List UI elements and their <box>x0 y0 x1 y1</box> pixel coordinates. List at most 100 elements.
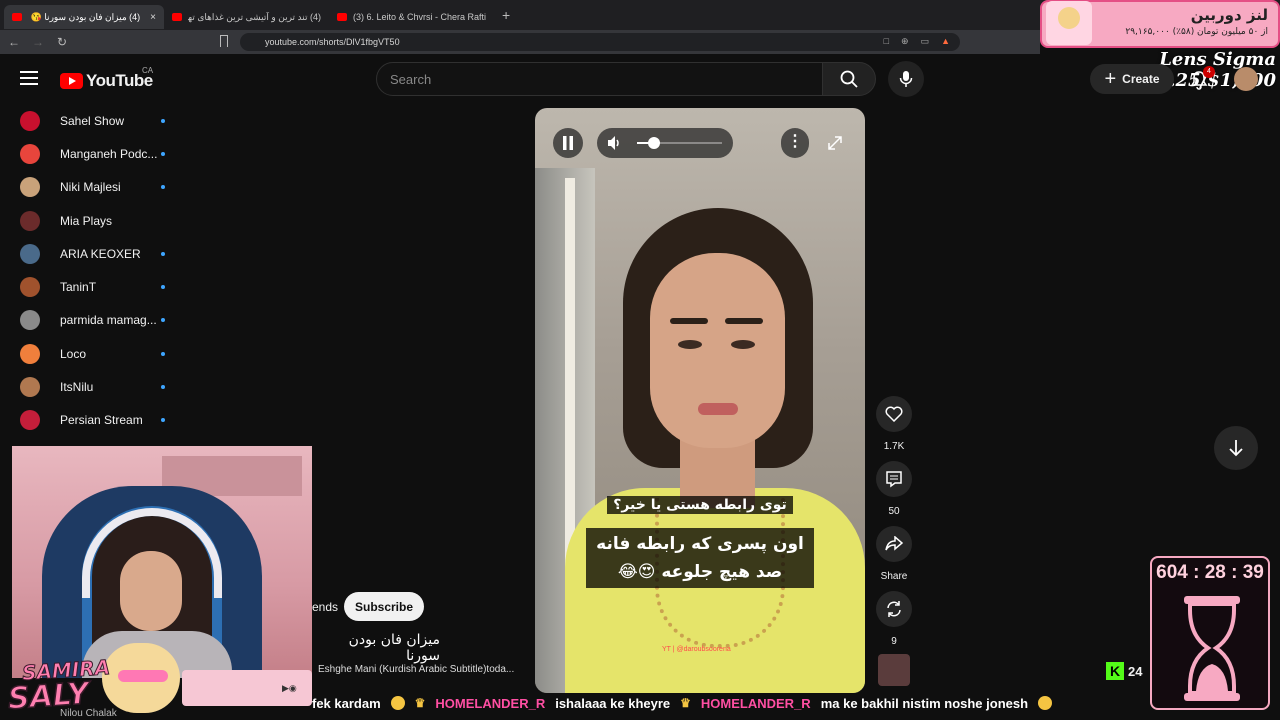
shorts-video-player[interactable] <box>535 108 865 693</box>
address-bar-row: ← → ↻ youtube.com/shorts/DlV1fbgVT50 □ ⊕… <box>0 30 1040 54</box>
remix-button[interactable] <box>876 591 912 627</box>
remix-action: 9 <box>876 591 912 647</box>
region-code: CA <box>142 66 154 75</box>
youtube-favicon-icon <box>337 13 347 21</box>
share-icon <box>885 536 903 551</box>
search-button[interactable] <box>822 62 876 96</box>
fullscreen-button[interactable] <box>820 128 850 158</box>
url-field[interactable]: youtube.com/shorts/DlV1fbgVT50 <box>240 33 960 51</box>
tab-title: (4) میزان فان بودن سورنا 😘 <box>30 11 141 22</box>
hourglass-icon <box>1184 596 1240 701</box>
sidebar-subscription-item[interactable]: Persian Stream <box>0 404 180 437</box>
share-button[interactable] <box>876 526 912 562</box>
create-button[interactable]: + Create <box>1090 64 1174 94</box>
sound-track-link[interactable]: Eshghe Mani (Kurdish Arabic Subtitle)tod… <box>318 664 518 675</box>
chat-message: ishalaaa ke kheyre <box>555 695 671 711</box>
zoom-icon[interactable]: ⊕ <box>901 36 909 47</box>
chat-ticker: fek kardam ♛ HOMELANDER_R ishalaaa ke kh… <box>312 692 1142 714</box>
channel-name-fragment[interactable]: ends <box>312 600 338 614</box>
sidebar-subscription-item[interactable]: Loco <box>0 337 180 370</box>
youtube-logo[interactable]: YouTube CA <box>60 66 153 91</box>
next-short-button[interactable] <box>1214 426 1258 470</box>
more-options-icon[interactable]: ⋮ <box>781 128 809 158</box>
social-icons: ▶◉ <box>282 683 297 693</box>
subscribe-button[interactable]: Subscribe <box>344 592 424 621</box>
new-tab-icon[interactable]: + <box>502 7 510 23</box>
channel-avatar <box>20 143 40 164</box>
sound-thumbnail[interactable] <box>878 654 910 686</box>
volume-control[interactable] <box>597 128 733 158</box>
comment-action: 50 <box>876 461 912 517</box>
comment-count: 50 <box>888 506 900 517</box>
channel-name: parmida mamag... <box>60 313 157 328</box>
sidebar-subscription-item[interactable]: parmida mamag... <box>0 304 180 337</box>
new-content-dot <box>161 351 165 356</box>
share-label: Share <box>880 571 908 582</box>
comments-button[interactable] <box>876 461 912 497</box>
remix-count: 9 <box>891 636 897 647</box>
youtube-favicon-icon <box>12 13 22 21</box>
channel-name: Manganeh Podc... <box>60 146 158 161</box>
video-person-eye <box>678 340 702 349</box>
pause-button[interactable] <box>553 128 583 158</box>
chat-username: HOMELANDER_R <box>700 695 811 711</box>
channel-avatar <box>20 310 40 331</box>
sidebar-subscription-item[interactable]: Manganeh Podc... <box>0 137 180 170</box>
arrow-down-icon <box>1229 440 1243 457</box>
comment-icon <box>886 471 902 488</box>
volume-icon[interactable] <box>606 135 622 151</box>
search-input[interactable]: Search <box>376 62 823 96</box>
heart-icon <box>885 406 903 422</box>
search-placeholder: Search <box>390 71 432 87</box>
reload-icon[interactable]: ↻ <box>52 35 72 49</box>
new-content-dot <box>161 118 165 123</box>
subtitle-line-1: توی رابطه هستی یا خیر؟ <box>607 496 793 514</box>
bookmark-icon[interactable] <box>220 35 228 47</box>
tab-title: (3) 6. Leito & Chvrsi - Chera Rafti (Off… <box>353 12 486 22</box>
cast-icon[interactable]: ▭ <box>921 36 930 47</box>
like-button[interactable] <box>876 396 912 432</box>
channel-avatar <box>20 277 40 298</box>
volume-slider-knob[interactable] <box>648 137 660 149</box>
sidebar-subscription-item[interactable]: TaninT <box>0 270 180 303</box>
kick-viewers: K 24 <box>1106 662 1142 680</box>
sidebar-subscription-item[interactable]: Niki Majlesi <box>0 171 180 204</box>
channel-name: Persian Stream <box>60 413 143 428</box>
sidebar-subscription-item[interactable]: ARIA KEOXER <box>0 237 180 270</box>
kick-viewer-count: 24 <box>1128 663 1143 679</box>
kick-logo-icon: K <box>1106 662 1124 680</box>
crown-icon: ♛ <box>414 696 426 710</box>
search-icon <box>840 70 858 88</box>
emoji-icon <box>390 696 405 710</box>
hidden-sidebar-item: Nilou Chalak <box>60 708 117 719</box>
video-person-lips <box>698 403 738 415</box>
new-content-dot <box>161 251 165 256</box>
mute-icon[interactable]: □ <box>884 36 889 47</box>
subtitle-line-2b: صد هیچ جلوعه 😍😂 <box>617 562 783 582</box>
browser-tab-active[interactable]: (4) میزان فان بودن سورنا 😘 × <box>4 5 164 29</box>
sidebar-subscription-item[interactable]: ItsNilu <box>0 370 180 403</box>
account-avatar[interactable] <box>1234 67 1258 91</box>
remix-icon <box>887 601 901 617</box>
microphone-icon <box>899 71 913 87</box>
forward-icon[interactable]: → <box>28 35 48 49</box>
plus-icon: + <box>1104 68 1117 90</box>
sidebar-subscription-item[interactable]: Sahel Show <box>0 104 180 137</box>
tab-close-icon[interactable]: × <box>150 12 156 23</box>
voice-search-button[interactable] <box>888 61 924 97</box>
browser-tab[interactable]: (4) تند ترین و آتیشی ترین غذاهای تهران <box>164 5 329 29</box>
new-content-dot <box>161 185 165 190</box>
video-person-face <box>650 253 785 448</box>
menu-icon[interactable] <box>20 71 38 89</box>
video-person-brow <box>725 318 763 324</box>
sidebar-subscription-item[interactable]: Mia Plays <box>0 204 180 237</box>
browser-tab[interactable]: (3) 6. Leito & Chvrsi - Chera Rafti (Off… <box>329 5 494 29</box>
video-person-brow <box>670 318 708 324</box>
back-icon[interactable]: ← <box>4 35 24 49</box>
extension-icon[interactable]: ▲ <box>941 36 950 47</box>
streamer-cartoon-avatar <box>1046 1 1092 45</box>
channel-name: ARIA KEOXER <box>60 246 141 261</box>
channel-avatar <box>20 243 40 264</box>
short-title[interactable]: میزان فان بودن سورنا <box>316 632 440 664</box>
like-action: 1.7K <box>876 396 912 452</box>
